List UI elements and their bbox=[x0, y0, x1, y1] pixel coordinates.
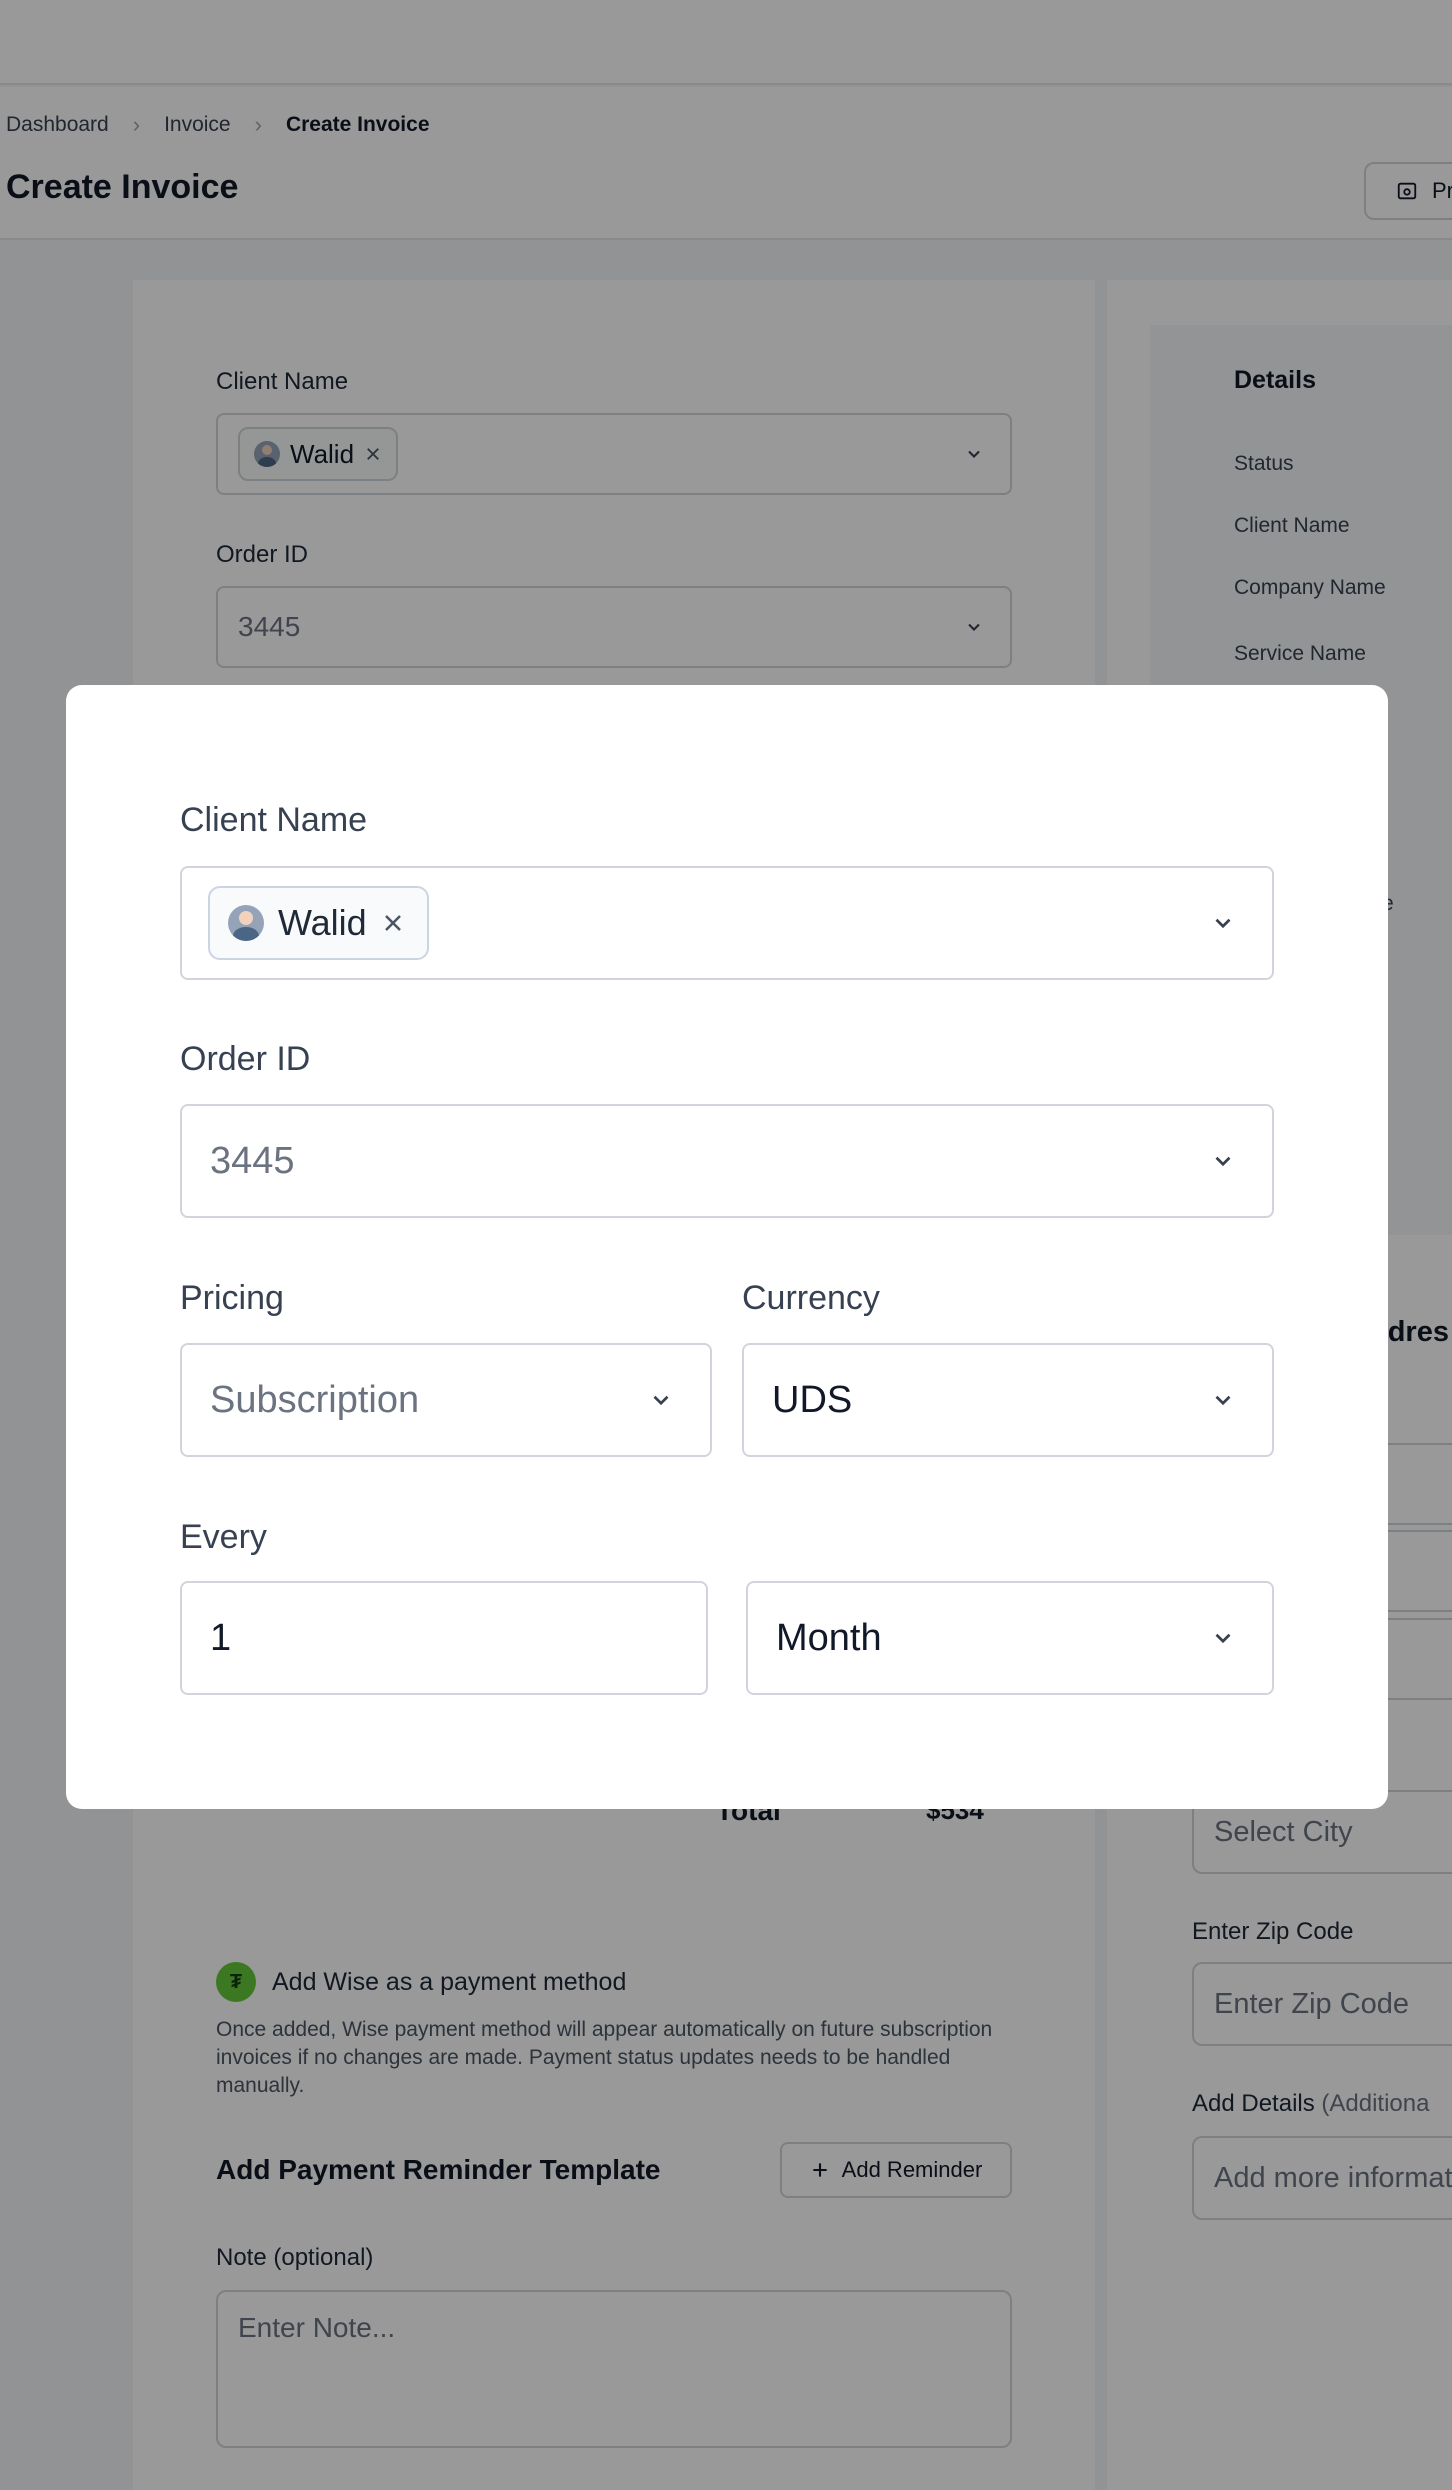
modal-pricing-select[interactable]: Subscription bbox=[180, 1343, 712, 1457]
chevron-down-icon bbox=[1215, 1156, 1231, 1167]
chevron-down-icon bbox=[1215, 1395, 1231, 1406]
modal-interval-select[interactable]: Month bbox=[746, 1581, 1274, 1695]
chevron-down-icon bbox=[1215, 1633, 1231, 1644]
modal-interval-value: Month bbox=[776, 1616, 882, 1659]
avatar bbox=[228, 905, 264, 941]
modal-pricing-label: Pricing bbox=[180, 1279, 284, 1317]
modal-every-input[interactable]: 1 bbox=[180, 1581, 708, 1695]
modal-pricing-value: Subscription bbox=[210, 1378, 420, 1421]
close-icon[interactable] bbox=[381, 911, 405, 935]
invoice-settings-modal: Client Name Walid Order ID 3445 Pricing … bbox=[66, 685, 1388, 1809]
modal-client-name-label: Client Name bbox=[180, 801, 368, 839]
modal-every-value: 1 bbox=[210, 1616, 232, 1659]
modal-currency-select[interactable]: UDS bbox=[742, 1343, 1274, 1457]
modal-order-id-label: Order ID bbox=[180, 1040, 311, 1078]
modal-every-label: Every bbox=[180, 1518, 267, 1556]
modal-client-chip-label: Walid bbox=[278, 902, 367, 943]
modal-client-chip: Walid bbox=[208, 886, 429, 960]
modal-order-id-select[interactable]: 3445 bbox=[180, 1104, 1274, 1218]
modal-currency-value: UDS bbox=[772, 1378, 853, 1421]
chevron-down-icon bbox=[1215, 918, 1231, 929]
modal-currency-label: Currency bbox=[742, 1279, 880, 1317]
modal-order-id-value: 3445 bbox=[210, 1139, 295, 1182]
chevron-down-icon bbox=[653, 1395, 669, 1406]
modal-client-name-select[interactable]: Walid bbox=[180, 866, 1274, 980]
